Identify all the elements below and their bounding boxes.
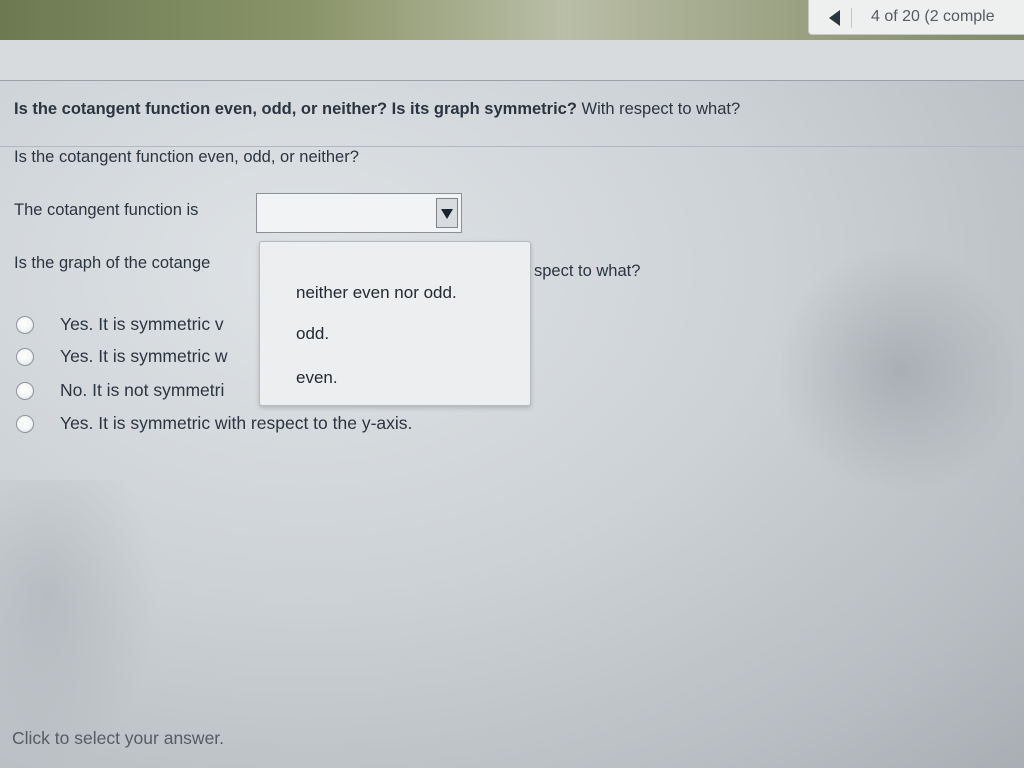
radio-button[interactable] — [16, 382, 34, 400]
question-counter: 4 of 20 (2 comple — [871, 8, 995, 25]
radio-button[interactable] — [16, 415, 34, 433]
photo-shadow — [0, 480, 160, 768]
photo-shadow — [780, 240, 1020, 500]
part-b-question-end: spect to what? — [534, 262, 641, 280]
select-arrow-button[interactable] — [436, 198, 458, 228]
choice-text: Yes. It is symmetric v — [60, 314, 224, 334]
part-b-question-start: Is the graph of the cotange — [14, 254, 211, 272]
question-main-suffix: With respect to what? — [576, 100, 741, 118]
divider — [0, 80, 1024, 81]
divider — [0, 146, 1024, 147]
left-triangle-icon — [829, 10, 840, 26]
dropdown-option-odd[interactable]: odd. — [296, 324, 329, 344]
choice-text: No. It is not symmetri — [60, 380, 225, 400]
dropdown-option-neither[interactable]: neither even nor odd. — [296, 283, 457, 303]
choice-text: Yes. It is symmetric w — [60, 346, 228, 366]
footer-hint: Click to select your answer. — [12, 728, 225, 748]
down-triangle-icon — [441, 209, 453, 219]
question-navigator: 4 of 20 (2 comple — [808, 0, 1024, 35]
function-type-dropdown-menu: neither even nor odd. odd. even. — [259, 241, 531, 406]
radio-button[interactable] — [16, 348, 34, 366]
question-main-text: Is the cotangent function even, odd, or … — [14, 100, 577, 118]
radio-button[interactable] — [16, 316, 34, 334]
choice-text: Yes. It is symmetric with respect to the… — [60, 413, 413, 433]
dropdown-option-even[interactable]: even. — [296, 368, 338, 388]
function-type-select[interactable] — [256, 193, 462, 233]
answer-sentence-label: The cotangent function is — [14, 201, 199, 219]
question-title: Is the cotangent function even, odd, or … — [14, 100, 740, 119]
part-a-question: Is the cotangent function even, odd, or … — [14, 148, 359, 166]
previous-question-button[interactable] — [821, 8, 852, 28]
header-band — [0, 40, 1024, 80]
